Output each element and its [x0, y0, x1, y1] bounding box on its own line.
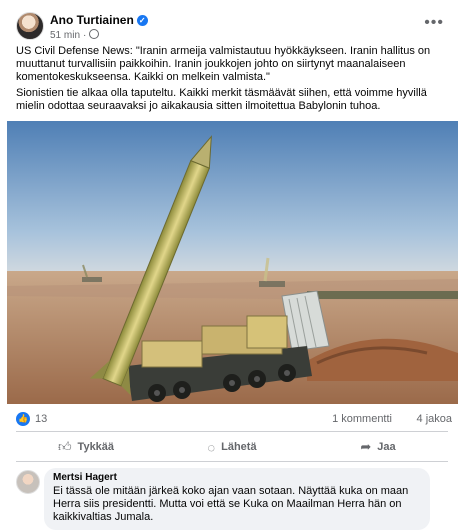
post-photo[interactable] [7, 121, 458, 404]
author-name-text[interactable]: Ano Turtiainen [50, 13, 134, 27]
more-options-button[interactable]: ••• [424, 14, 444, 32]
post-text-paragraph-2: Sionistien tie alkaa olla taputeltu. Kai… [16, 87, 427, 112]
commenter-avatar[interactable] [16, 470, 40, 494]
like-button[interactable]: 👍︎ Tykkää [16, 434, 156, 460]
like-reaction-icon: 👍 [16, 412, 30, 426]
send-button[interactable]: ◌ Lähetä [162, 434, 302, 460]
messenger-icon: ◌ [207, 439, 216, 455]
share-button-label: Jaa [377, 441, 396, 453]
author-avatar[interactable] [16, 12, 44, 40]
send-button-label: Lähetä [221, 441, 257, 453]
share-count[interactable]: 4 jakoa [417, 413, 452, 425]
divider [16, 431, 448, 432]
divider [16, 461, 448, 462]
action-bar: 👍︎ Tykkää ◌ Lähetä ➦ Jaa [16, 434, 448, 460]
post-time[interactable]: 51 min [50, 30, 80, 41]
verified-badge-icon: ✓ [136, 15, 148, 26]
comment-count[interactable]: 1 kommentti [332, 413, 392, 425]
post-meta: 51 min · [50, 29, 100, 41]
reactions-bar: 👍 13 1 kommentti 4 jakoa [16, 412, 452, 428]
commenter-name[interactable]: Mertsi Hagert [53, 472, 421, 483]
author-name[interactable]: Ano Turtiainen ✓ [50, 13, 148, 27]
post-card: Ano Turtiainen ✓ 51 min · ••• US Civil Def… [0, 0, 462, 530]
meta-separator: · [83, 30, 87, 41]
thumbs-up-icon: 👍︎ [57, 439, 72, 454]
post-header: Ano Turtiainen ✓ 51 min · ••• [16, 10, 452, 44]
like-button-label: Tykkää [77, 441, 115, 453]
comment-bubble: Mertsi Hagert Ei tässä ole mitään järkeä… [44, 468, 430, 530]
globe-icon [89, 29, 100, 39]
like-count[interactable]: 13 [35, 413, 47, 425]
post-text-paragraph-1: US Civil Defense News: "Iranin armeija v… [16, 45, 431, 83]
share-arrow-icon: ➦ [360, 439, 372, 454]
share-button[interactable]: ➦ Jaa [308, 434, 448, 460]
comment-text: Ei tässä ole mitään järkeä koko ajan vaa… [53, 485, 409, 523]
missile-launcher-photo [7, 121, 458, 404]
